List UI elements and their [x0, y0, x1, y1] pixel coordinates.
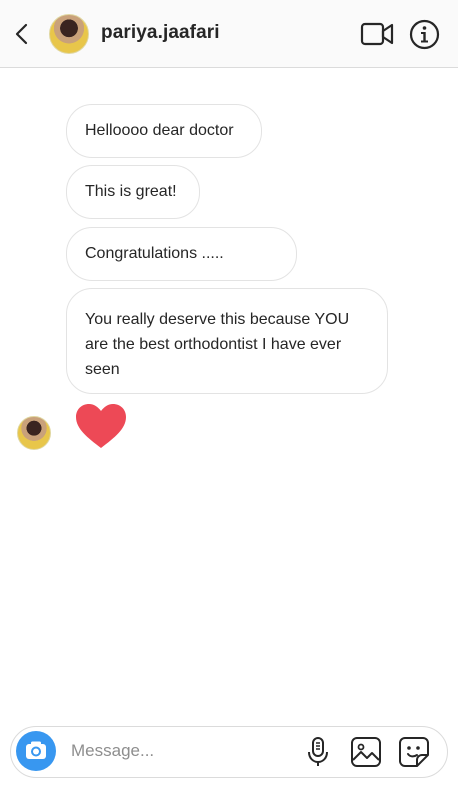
message-bubble[interactable]: This is great!: [66, 165, 200, 219]
info-icon[interactable]: [409, 19, 440, 50]
sender-avatar[interactable]: [17, 416, 51, 450]
video-call-icon[interactable]: [360, 20, 394, 48]
message-composer: [10, 726, 448, 778]
message-bubble[interactable]: You really deserve this because YOU are …: [66, 288, 388, 394]
message-bubble[interactable]: Congratulations .....: [66, 227, 297, 281]
message-bubble[interactable]: Helloooo dear doctor: [66, 104, 262, 158]
chat-header: pariya.jaafari: [0, 0, 458, 68]
heart-icon[interactable]: [74, 402, 128, 450]
message-input[interactable]: [71, 738, 291, 764]
camera-icon: [26, 741, 46, 759]
sticker-icon[interactable]: [398, 736, 430, 768]
chevron-left-icon[interactable]: [12, 22, 32, 46]
gallery-icon[interactable]: [350, 736, 382, 768]
chat-username[interactable]: pariya.jaafari: [101, 22, 220, 44]
avatar[interactable]: [49, 14, 89, 54]
microphone-icon[interactable]: [307, 736, 329, 768]
camera-button[interactable]: [16, 731, 56, 771]
